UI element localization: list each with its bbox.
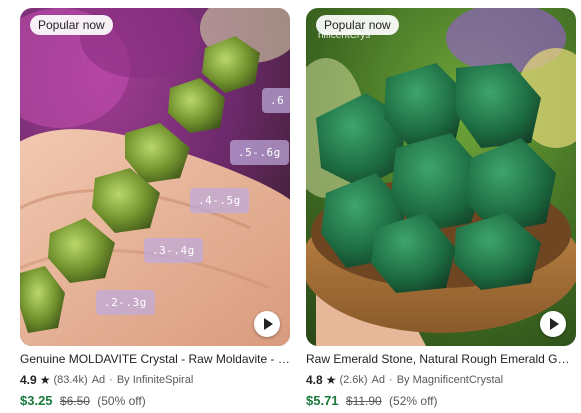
review-count: (2.6k) [339, 374, 368, 386]
play-icon [550, 318, 559, 330]
weight-tag: .6 [262, 88, 290, 113]
original-price: $11.90 [345, 394, 382, 408]
listing-card-moldavite[interactable]: Popular now .6 .5-.6g .4-.5g .3-.4g .2-.… [20, 8, 290, 408]
original-price: $6.50 [59, 394, 90, 408]
moldavite-photo [20, 8, 290, 346]
popular-now-badge: Popular now [30, 15, 113, 35]
seller-name[interactable]: By InfiniteSpiral [117, 374, 193, 386]
weight-tag: .2-.3g [96, 290, 155, 315]
discount-label: (50% off) [97, 394, 146, 408]
weight-tag: .4-.5g [190, 188, 249, 213]
listing-meta: 4.9 ★ (83.4k) Ad · By InfiniteSpiral [20, 373, 290, 387]
star-icon: ★ [39, 373, 51, 387]
emerald-photo: nificentCrys [306, 8, 576, 346]
rating-value: 4.9 [20, 373, 37, 387]
popular-now-badge: Popular now [316, 15, 399, 35]
weight-tag: .3-.4g [144, 238, 203, 263]
rating-value: 4.8 [306, 373, 323, 387]
seller-name[interactable]: By MagnificentCrystal [397, 374, 503, 386]
meta-separator: · [389, 374, 393, 386]
listing-grid: Popular now .6 .5-.6g .4-.5g .3-.4g .2-.… [0, 0, 581, 413]
star-icon: ★ [325, 373, 337, 387]
listing-image[interactable]: nificentCrys Popular now [306, 8, 576, 346]
listing-card-emerald[interactable]: nificentCrys Popular now Raw Emerald Sto… [306, 8, 576, 408]
listing-title[interactable]: Raw Emerald Stone, Natural Rough Emerald… [306, 352, 576, 366]
ad-label: Ad [91, 374, 106, 386]
price-row: $3.25 $6.50 (50% off) [20, 393, 290, 408]
price-row: $5.71 $11.90 (52% off) [306, 393, 576, 408]
play-icon [264, 318, 273, 330]
weight-tag: .5-.6g [230, 140, 289, 165]
discount-label: (52% off) [389, 394, 438, 408]
play-video-button[interactable] [254, 311, 280, 337]
listing-image[interactable]: Popular now .6 .5-.6g .4-.5g .3-.4g .2-.… [20, 8, 290, 346]
ad-label: Ad [371, 374, 386, 386]
play-video-button[interactable] [540, 311, 566, 337]
meta-separator: · [109, 374, 113, 386]
listing-title[interactable]: Genuine MOLDAVITE Crystal - Raw Moldavit… [20, 352, 290, 366]
review-count: (83.4k) [53, 374, 88, 386]
sale-price: $3.25 [20, 393, 53, 408]
sale-price: $5.71 [306, 393, 339, 408]
listing-meta: 4.8 ★ (2.6k) Ad · By MagnificentCrystal [306, 373, 576, 387]
